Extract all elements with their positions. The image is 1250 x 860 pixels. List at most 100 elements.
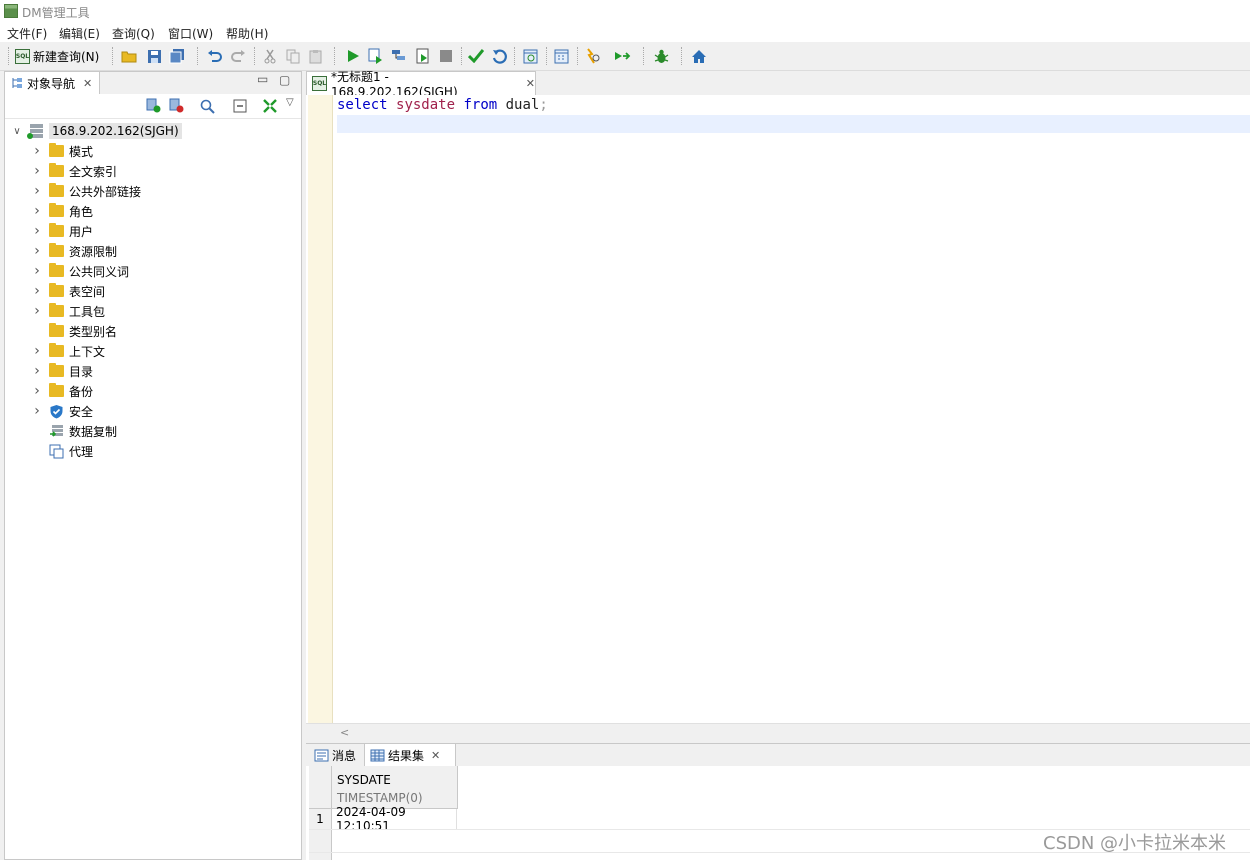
view-menu-icon[interactable]: ▽ — [286, 97, 294, 108]
tab-messages-label: 消息 — [332, 749, 357, 763]
rollback-icon[interactable] — [490, 47, 508, 65]
column-header-sysdate[interactable]: SYSDATE TIMESTAMP(0) — [332, 766, 458, 809]
close-icon[interactable]: ✕ — [431, 749, 440, 762]
open-folder-icon[interactable] — [120, 47, 138, 65]
menu-query[interactable]: 查询(Q) — [112, 25, 155, 42]
home-icon[interactable] — [690, 47, 708, 65]
menu-file[interactable]: 文件(F) — [7, 25, 47, 42]
tree-item[interactable]: › 工具包 — [31, 301, 105, 321]
chevron-right-icon[interactable]: › — [31, 303, 43, 319]
tree-item[interactable]: › 角色 — [31, 201, 93, 221]
save-all-icon[interactable] — [168, 47, 186, 65]
chevron-right-icon[interactable]: › — [31, 243, 43, 259]
tree-item-label: 资源限制 — [69, 244, 118, 259]
chevron-right-icon[interactable]: › — [31, 363, 43, 379]
tree-item[interactable]: › 安全 — [31, 401, 93, 421]
editor-tab-bar: SQL *无标题1 - 168.9.202.162(SJGH) ✕ — [306, 70, 1250, 99]
tree-item[interactable]: 类型别名 — [31, 321, 117, 341]
chevron-right-icon[interactable]: › — [31, 283, 43, 299]
tab-result-set[interactable]: 结果集 ✕ — [364, 744, 456, 767]
window-title: DM管理工具 — [22, 6, 90, 20]
close-icon[interactable]: ✕ — [526, 77, 535, 90]
tree-item[interactable]: › 资源限制 — [31, 241, 117, 261]
save-icon[interactable] — [145, 47, 163, 65]
folder-icon — [49, 223, 64, 237]
execute-step-icon[interactable] — [367, 47, 385, 65]
disconnect-icon[interactable] — [168, 97, 186, 115]
tab-object-navigator[interactable]: 对象导航 ✕ — [5, 72, 100, 94]
maximize-icon[interactable]: ▢ — [279, 73, 290, 87]
tree-item-label: 类型别名 — [69, 324, 118, 339]
horizontal-scrollbar[interactable]: < — [306, 723, 1250, 742]
tree-item[interactable]: › 表空间 — [31, 281, 105, 301]
bug-icon[interactable] — [652, 47, 670, 65]
schedule-icon[interactable] — [553, 47, 571, 65]
table-cell[interactable]: 2024-04-09 12:10:51 — [332, 805, 457, 833]
chevron-right-icon[interactable]: › — [31, 183, 43, 199]
menu-bar: 文件(F) 编辑(E) 查询(Q) 窗口(W) 帮助(H) — [0, 22, 1250, 42]
chevron-right-icon[interactable]: › — [31, 143, 43, 159]
chevron-right-icon[interactable]: › — [31, 263, 43, 279]
tree-item[interactable]: 代理 — [31, 441, 93, 461]
new-query-label: 新建查询(N) — [33, 49, 100, 64]
chevron-right-icon[interactable]: › — [31, 223, 43, 239]
replication-icon — [49, 424, 64, 439]
sql-code[interactable]: select sysdate from dual; — [337, 97, 548, 113]
tree-item[interactable]: › 公共外部链接 — [31, 181, 141, 201]
chevron-down-icon[interactable]: ∨ — [11, 126, 23, 137]
folder-icon — [49, 323, 64, 337]
minimize-icon[interactable]: ▭ — [257, 72, 268, 86]
tree-item[interactable]: › 用户 — [31, 221, 93, 241]
chevron-right-icon[interactable]: › — [31, 403, 43, 419]
tree-item[interactable]: › 上下文 — [31, 341, 105, 361]
collapse-all-icon[interactable] — [231, 97, 249, 115]
transfer-icon[interactable] — [613, 47, 631, 65]
redo-icon[interactable] — [229, 47, 247, 65]
tree-item[interactable]: › 模式 — [31, 141, 93, 161]
tree-item[interactable]: › 备份 — [31, 381, 93, 401]
scroll-left-arrow[interactable]: < — [340, 726, 349, 739]
commit-icon[interactable] — [467, 47, 485, 65]
search-icon[interactable] — [198, 97, 216, 115]
column-type: TIMESTAMP(0) — [337, 791, 423, 805]
folder-icon — [49, 303, 64, 317]
folder-icon — [49, 283, 64, 297]
tree-item[interactable]: › 全文索引 — [31, 161, 117, 181]
menu-edit[interactable]: 编辑(E) — [59, 25, 100, 42]
undo-icon[interactable] — [206, 47, 224, 65]
stop-icon[interactable] — [437, 47, 455, 65]
tree-root-connection[interactable]: ∨ 168.9.202.162(SJGH) — [11, 121, 182, 141]
close-icon[interactable]: ✕ — [83, 77, 92, 90]
new-query-button[interactable]: SQL 新建查询(N) — [15, 46, 99, 66]
folder-icon — [49, 383, 64, 397]
navigator-icon — [12, 78, 22, 88]
chevron-right-icon[interactable]: › — [31, 163, 43, 179]
query-plan-icon[interactable] — [522, 47, 540, 65]
tree-item[interactable]: › 公共同义词 — [31, 261, 129, 281]
keyword-from: from — [463, 97, 498, 113]
connect-icon[interactable] — [145, 97, 163, 115]
menu-help[interactable]: 帮助(H) — [226, 25, 268, 42]
script-run-icon[interactable] — [414, 47, 432, 65]
execute-icon[interactable] — [344, 47, 362, 65]
agent-icon — [49, 444, 64, 459]
chevron-right-icon[interactable]: › — [31, 383, 43, 399]
cut-icon[interactable] — [261, 47, 279, 65]
sql-editor[interactable]: select sysdate from dual; — [306, 95, 1250, 723]
chevron-right-icon[interactable]: › — [31, 203, 43, 219]
tree-item[interactable]: 数据复制 — [31, 421, 117, 441]
nav-tab-label: 对象导航 — [27, 76, 76, 91]
folder-icon — [49, 363, 64, 377]
chevron-right-icon[interactable]: › — [31, 343, 43, 359]
paste-icon[interactable] — [307, 47, 325, 65]
tree-item[interactable]: › 目录 — [31, 361, 93, 381]
nav-toolbar: ▽ — [5, 94, 301, 119]
copy-icon[interactable] — [284, 47, 302, 65]
link-editor-icon[interactable] — [261, 97, 279, 115]
debug-search-icon[interactable] — [584, 47, 602, 65]
menu-window[interactable]: 窗口(W) — [168, 25, 213, 42]
explain-icon[interactable] — [390, 47, 408, 65]
sql-file-icon: SQL — [312, 76, 327, 91]
tab-messages[interactable]: 消息 — [309, 744, 364, 767]
tab-untitled-query[interactable]: SQL *无标题1 - 168.9.202.162(SJGH) ✕ — [306, 70, 536, 99]
